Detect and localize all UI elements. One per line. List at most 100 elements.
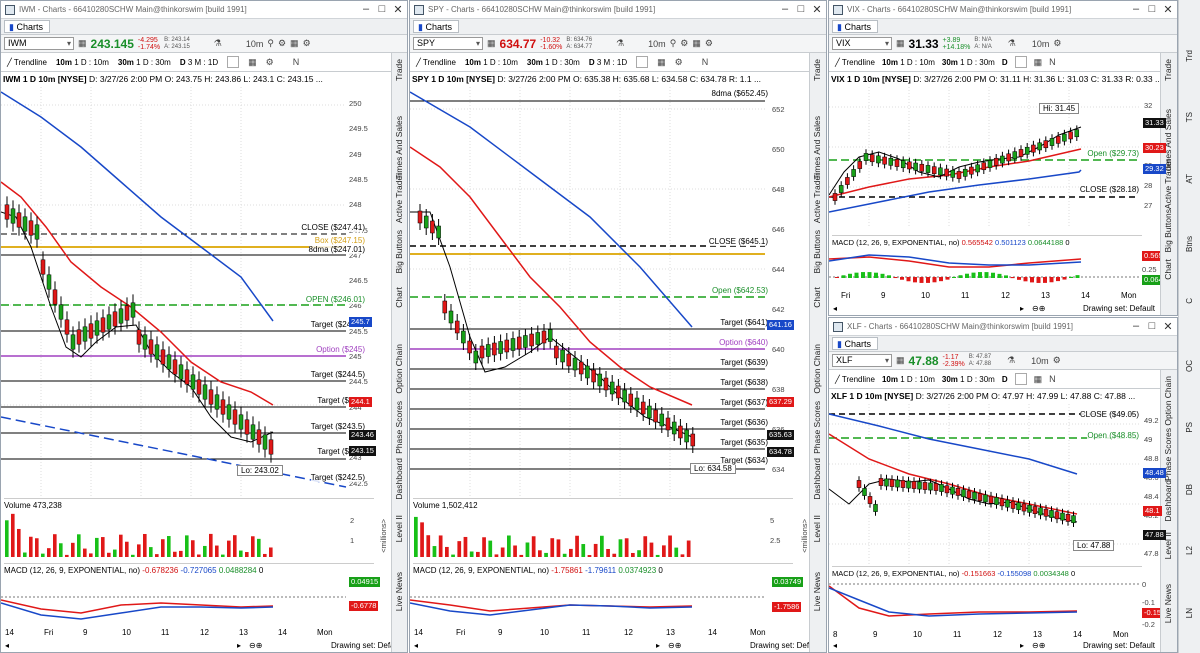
rail-tab[interactable]: TS [1185,112,1194,122]
link-icon[interactable]: ▦ [896,355,905,366]
maximize-icon[interactable]: □ [1145,3,1159,15]
aggregation-button[interactable]: 10m [1031,356,1049,366]
preset-1d30m[interactable]: 30m 1 D : 30m [942,375,995,384]
n-icon[interactable]: Ν [293,57,300,67]
side-tab[interactable]: Times And Sales [812,116,822,179]
side-tab[interactable]: Option Chain [1163,376,1173,426]
preset-1d10m[interactable]: 10m 1 D : 10m [56,58,109,67]
pointer-icon[interactable]: ⚲ [670,38,677,49]
zoom-icon[interactable]: ⊖⊕ [1032,304,1045,313]
grid-layout-icon[interactable]: ▦ [1034,57,1043,68]
side-tab[interactable]: Level II [812,515,822,542]
pointer-icon[interactable]: ⚲ [267,38,274,49]
flask-icon[interactable]: ⚗ [616,38,624,49]
trendline-tool[interactable]: ╱ Trendline [7,58,47,67]
close-icon[interactable]: ✕ [810,3,824,16]
layout-button[interactable] [227,56,240,68]
symbol-input[interactable]: SPY [413,37,483,50]
preset-d[interactable]: D [1002,58,1008,67]
side-tab[interactable]: Big Buttons [394,230,404,273]
side-tab[interactable]: Level II [394,515,404,542]
side-tab[interactable]: Dashboard [812,458,822,500]
side-tab[interactable]: Live News [1163,584,1173,623]
settings-icon[interactable]: ⚙ [675,57,683,68]
minimize-icon[interactable]: – [1129,320,1143,332]
symbol-input[interactable]: XLF [832,354,892,367]
tab-charts[interactable]: ▮ Charts [832,337,878,350]
side-tab[interactable]: Phase Scores [812,401,822,454]
side-tab[interactable]: Trade [1163,59,1173,81]
scroll-left-icon[interactable]: ◂ [5,641,9,650]
close-icon[interactable]: ✕ [1161,3,1175,16]
grid-icon[interactable]: ▦ [692,38,701,49]
preset-3m1d[interactable]: D 3 M : 1D [180,58,218,67]
trendline-tool[interactable]: ╱ Trendline [835,375,875,384]
preset-1d10m[interactable]: 10m 1 D : 10m [882,58,935,67]
scroll-left-icon[interactable]: ◂ [833,304,837,313]
side-tab[interactable]: Times And Sales [394,116,404,179]
preset-1d10m[interactable]: 10m 1 D : 10m [465,58,518,67]
minimize-icon[interactable]: – [1129,3,1143,15]
aggregation-button[interactable]: 10m [1032,39,1050,49]
layout-button[interactable] [1014,373,1027,385]
side-tab[interactable]: Big Buttons [812,230,822,273]
side-tab[interactable]: Dashboard [1163,480,1173,522]
drawing-set[interactable]: Drawing set: Default [1083,304,1155,313]
scroll-right-icon[interactable]: ▸ [1020,641,1024,650]
side-tab[interactable]: Option Chain [394,344,404,394]
scroll-right-icon[interactable]: ▸ [237,641,241,650]
scroll-right-icon[interactable]: ▸ [1020,304,1024,313]
link-icon[interactable]: ▦ [487,38,496,49]
side-tab[interactable]: Active Trader [812,173,822,223]
zoom-icon[interactable]: ⊖⊕ [249,641,262,650]
side-tab[interactable]: Phase Scores [394,401,404,454]
layout-button[interactable] [636,56,649,68]
trendline-tool[interactable]: ╱ Trendline [416,58,456,67]
rail-tab[interactable]: PS [1185,422,1194,433]
maximize-icon[interactable]: □ [1145,320,1159,332]
side-tab[interactable]: Big Buttons [1163,209,1173,252]
tab-charts[interactable]: ▮ Charts [413,20,459,33]
symbol-input[interactable]: VIX [832,37,892,50]
side-tab[interactable]: Option Chain [812,344,822,394]
tab-charts[interactable]: ▮ Charts [4,20,50,33]
settings-icon[interactable]: ⚙ [303,38,311,49]
link-icon[interactable]: ▦ [78,38,87,49]
flask-icon[interactable]: ⚗ [1007,355,1015,366]
trendline-tool[interactable]: ╱ Trendline [835,58,875,67]
maximize-icon[interactable]: □ [794,3,808,15]
grid-layout-icon[interactable]: ▦ [1034,374,1043,385]
drawing-set[interactable]: Drawing set: Default [1083,641,1155,650]
preset-1d30m[interactable]: 30m 1 D : 30m [118,58,171,67]
flask-icon[interactable]: ⚗ [1008,38,1016,49]
side-tab[interactable]: Active Trader [394,173,404,223]
n-icon[interactable]: Ν [1049,374,1056,384]
preset-1d30m[interactable]: 30m 1 D : 30m [527,58,580,67]
rail-tab[interactable]: OC [1185,360,1194,372]
side-tab[interactable]: Chart [394,287,404,308]
rail-tab[interactable]: Btns [1185,236,1194,252]
scroll-left-icon[interactable]: ◂ [414,641,418,650]
settings-icon[interactable]: ⚙ [1053,38,1061,49]
style-icon[interactable]: ⚙ [680,38,688,49]
tab-charts[interactable]: ▮ Charts [832,20,878,33]
flask-icon[interactable]: ⚗ [214,38,222,49]
rail-tab[interactable]: AT [1185,174,1194,184]
preset-1d10m[interactable]: 10m 1 D : 10m [882,375,935,384]
aggregation-button[interactable]: 10m [246,39,264,49]
side-tab[interactable]: Live News [812,572,822,611]
settings-icon[interactable]: ⚙ [266,57,274,68]
zoom-icon[interactable]: ⊖⊕ [1032,641,1045,650]
grid-icon[interactable]: ▦ [290,38,299,49]
maximize-icon[interactable]: □ [375,3,389,15]
settings-icon[interactable]: ⚙ [1053,355,1061,366]
preset-d[interactable]: D [1002,375,1008,384]
link-icon[interactable]: ▦ [896,38,905,49]
side-tab[interactable]: Trade [812,59,822,81]
preset-1d30m[interactable]: 30m 1 D : 30m [942,58,995,67]
minimize-icon[interactable]: – [359,3,373,15]
rail-tab[interactable]: L2 [1185,546,1194,555]
rail-tab[interactable]: Trd [1185,50,1194,62]
rail-tab[interactable]: LN [1185,608,1194,618]
side-tab[interactable]: Dashboard [394,458,404,500]
